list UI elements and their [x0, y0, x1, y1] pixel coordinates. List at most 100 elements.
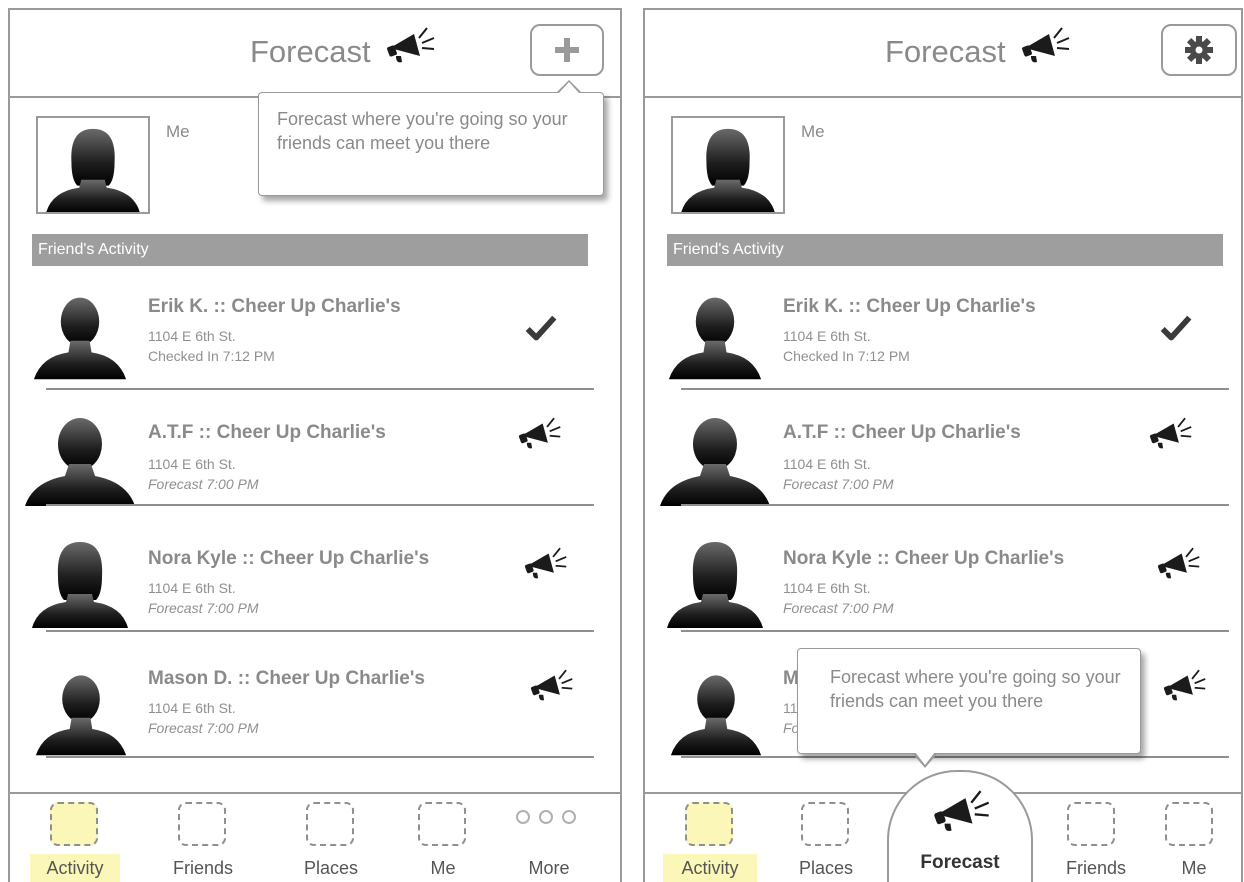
activity-row[interactable]: Nora Kyle :: Cheer Up Charlie's 1104 E 6…: [24, 506, 594, 632]
tab-label: Me: [1181, 858, 1207, 878]
tooltip-arrow-fill: [558, 82, 580, 94]
tab-label: Places: [303, 858, 359, 878]
tab-activity[interactable]: Activity: [20, 794, 130, 882]
friend-forecast-title: A.T.F :: Cheer Up Charlie's: [783, 422, 1021, 443]
address: 1104 E 6th St.: [783, 580, 871, 596]
tab-label: Places: [798, 858, 854, 878]
activity-row[interactable]: Erik K. :: Cheer Up Charlie's 1104 E 6th…: [659, 264, 1229, 390]
tab-places[interactable]: Places: [771, 794, 881, 882]
megaphone-icon: [1021, 26, 1071, 66]
activity-row[interactable]: Erik K. :: Cheer Up Charlie's 1104 E 6th…: [24, 264, 594, 390]
megaphone-icon[interactable]: [530, 666, 574, 706]
tab-friends[interactable]: Friends: [1041, 794, 1151, 882]
tab-forecast[interactable]: Forecast: [887, 770, 1033, 882]
megaphone-icon: [386, 26, 436, 66]
places-tab-icon: [306, 802, 354, 846]
megaphone-icon[interactable]: [518, 414, 562, 454]
friend-avatar: [24, 416, 136, 506]
status-text: Forecast 7:00 PM: [783, 600, 894, 616]
status-text: Forecast 7:00 PM: [783, 476, 894, 492]
friend-avatar: [30, 534, 130, 632]
friend-avatar: [669, 668, 763, 758]
header: Forecast: [10, 10, 620, 98]
tab-friends[interactable]: Friends: [148, 794, 258, 882]
add-button[interactable]: [530, 24, 604, 76]
page-title: Forecast: [250, 34, 371, 69]
tab-places[interactable]: Places: [276, 794, 386, 882]
tab-activity[interactable]: Activity: [649, 794, 759, 882]
activity-row[interactable]: A.T.F :: Cheer Up Charlie's 1104 E 6th S…: [24, 380, 594, 506]
tab-bar: Activity Friends Places Me More: [10, 792, 620, 882]
friend-forecast-title: Nora Kyle :: Cheer Up Charlie's: [783, 548, 1065, 569]
places-tab-icon: [801, 802, 849, 846]
address: 11: [783, 700, 798, 716]
megaphone-icon[interactable]: [1163, 666, 1207, 706]
tab-label: Me: [430, 858, 456, 878]
friends-tab-icon: [1067, 802, 1115, 846]
forecast-tooltip: Forecast where you're going so your frie…: [258, 92, 604, 196]
my-name: Me: [166, 122, 190, 141]
address: 1104 E 6th St.: [148, 456, 236, 472]
megaphone-icon[interactable]: [1149, 414, 1193, 454]
status-text: Checked In 7:12 PM: [783, 348, 910, 364]
megaphone-icon[interactable]: [524, 544, 568, 584]
my-name: Me: [801, 122, 825, 141]
address: 1104 E 6th St.: [148, 700, 236, 716]
friend-forecast-title: Mason D. :: Cheer Up Charlie's: [148, 668, 425, 689]
tab-label: More: [528, 858, 570, 878]
tab-me[interactable]: Me: [1139, 794, 1241, 882]
status-text: Forecast 7:00 PM: [148, 600, 259, 616]
tab-label: Friends: [172, 858, 234, 878]
header: Forecast: [645, 10, 1241, 98]
tab-more[interactable]: More: [494, 794, 604, 882]
address: 1104 E 6th St.: [148, 580, 236, 596]
friend-forecast-title: A.T.F :: Cheer Up Charlie's: [148, 422, 386, 443]
friend-avatar: [659, 416, 771, 506]
tab-me[interactable]: Me: [388, 794, 498, 882]
person-silhouette: [44, 124, 142, 214]
friend-checkin-title: Erik K. :: Cheer Up Charlie's: [148, 296, 401, 317]
friend-avatar: [32, 292, 128, 380]
phone-screen-left: Forecast Me Friend's Activity Erik K. ::…: [8, 8, 622, 882]
row-divider: [681, 756, 1229, 758]
status-text: Checked In 7:12 PM: [148, 348, 275, 364]
friend-avatar: [667, 292, 763, 380]
me-tab-icon: [418, 802, 466, 846]
tooltip-arrow-fill: [915, 752, 935, 765]
settings-button[interactable]: [1161, 24, 1237, 76]
friend-forecast-title: Nora Kyle :: Cheer Up Charlie's: [148, 548, 430, 569]
friend-avatar: [665, 534, 765, 632]
friend-avatar: [34, 668, 128, 758]
tab-label: Forecast: [920, 852, 1000, 873]
person-silhouette: [679, 124, 777, 214]
activity-row[interactable]: Nora Kyle :: Cheer Up Charlie's 1104 E 6…: [659, 506, 1229, 632]
phone-screen-right: Forecast Me Friend's Activity Erik K.::…: [643, 8, 1243, 882]
friend-checkin-title: Erik K. :: Cheer Up Charlie's: [783, 296, 1036, 317]
page-title: Forecast: [885, 34, 1006, 69]
activity-tab-icon: [50, 802, 98, 846]
friends-tab-icon: [178, 802, 226, 846]
plus-icon: [555, 38, 579, 62]
tooltip-text: Forecast where you're going so your frie…: [830, 667, 1121, 711]
address: 1104 E 6th St.: [783, 456, 871, 472]
tab-label: Activity: [46, 858, 104, 878]
section-header: Friend's Activity: [32, 234, 588, 266]
section-header: Friend's Activity: [667, 234, 1223, 266]
my-avatar[interactable]: [36, 116, 150, 214]
activity-row[interactable]: Mason D. :: Cheer Up Charlie's 1104 E 6t…: [24, 632, 594, 758]
status-text: Forecast 7:00 PM: [148, 476, 259, 492]
megaphone-icon: [933, 788, 991, 836]
more-dots-icon: [516, 810, 576, 830]
activity-row[interactable]: A.T.F :: Cheer Up Charlie's 1104 E 6th S…: [659, 380, 1229, 506]
activity-tab-icon: [685, 802, 733, 846]
tab-label: Activity: [681, 858, 739, 878]
gear-icon: [1185, 36, 1213, 64]
checkmark-icon: [522, 310, 560, 348]
tab-label: Friends: [1065, 858, 1127, 878]
tooltip-text: Forecast where you're going so your frie…: [277, 109, 568, 153]
row-divider: [46, 756, 594, 758]
megaphone-icon[interactable]: [1157, 544, 1201, 584]
address: 1104 E 6th St.: [783, 328, 871, 344]
my-avatar[interactable]: [671, 116, 785, 214]
forecast-tooltip: Forecast where you're going so your frie…: [797, 648, 1141, 754]
